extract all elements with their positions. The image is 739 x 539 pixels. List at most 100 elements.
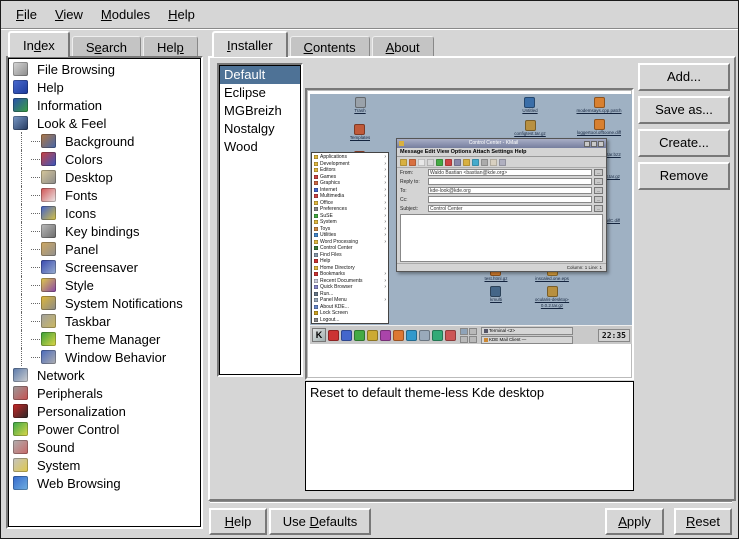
tree-item-label: Personalization bbox=[34, 403, 129, 420]
theme-list: DefaultEclipseMGBreizhNostalgyWood bbox=[219, 65, 301, 375]
tree-item[interactable]: System Notifications bbox=[8, 294, 201, 312]
system-notifications-icon bbox=[41, 296, 56, 310]
tree-item[interactable]: Taskbar bbox=[8, 312, 201, 330]
tree-item[interactable]: Power Control bbox=[8, 420, 201, 438]
tree-item[interactable]: Sound bbox=[8, 438, 201, 456]
tree-item[interactable]: Background bbox=[8, 132, 201, 150]
tree-item-label: Information bbox=[34, 97, 105, 114]
preview-mail-field-browse-button: ... bbox=[594, 169, 603, 176]
menubar-item[interactable]: File bbox=[7, 5, 46, 24]
left-tab[interactable]: Help bbox=[143, 36, 198, 57]
use-defaults-button[interactable]: Use Defaults bbox=[269, 508, 371, 535]
reset-button[interactable]: Reset bbox=[674, 508, 732, 535]
tree-item[interactable]: Icons bbox=[8, 204, 201, 222]
preview-desktop-icon-glyph bbox=[354, 124, 365, 135]
theme-list-item[interactable]: Default bbox=[220, 66, 300, 84]
menubar-separator bbox=[1, 28, 738, 30]
tree-item[interactable]: Screensaver bbox=[8, 258, 201, 276]
tree-item[interactable]: Fonts bbox=[8, 186, 201, 204]
tree-item[interactable]: Network bbox=[8, 366, 201, 384]
preview-desktop-icon: Templates bbox=[350, 124, 371, 141]
preview-k-menu-item-label: Home Directory bbox=[320, 265, 355, 271]
help-button[interactable]: Help bbox=[209, 508, 267, 535]
preview-k-menu-item-icon bbox=[314, 318, 318, 322]
preview-desktop-icon-label: modemsays.cpp.patch bbox=[576, 108, 621, 114]
tree-item[interactable]: Personalization bbox=[8, 402, 201, 420]
preview-mail-toolbar-icon bbox=[409, 159, 416, 166]
tree-item[interactable]: Key bindings bbox=[8, 222, 201, 240]
preview-desktop-icon: modemsays.cpp.patch bbox=[576, 97, 621, 114]
theme-list-item[interactable]: MGBreizh bbox=[220, 102, 300, 120]
submenu-arrow-icon: › bbox=[384, 284, 386, 290]
tree-item[interactable]: Web Browsing bbox=[8, 474, 201, 492]
remove-button[interactable]: Remove bbox=[638, 162, 730, 190]
tree-item[interactable]: Window Behavior bbox=[8, 348, 201, 366]
theme-list-item[interactable]: Wood bbox=[220, 138, 300, 156]
preview-mail-field-label: From: bbox=[400, 170, 426, 176]
right-tab[interactable]: Contents bbox=[290, 36, 370, 57]
preview-k-menu-item-label: Development bbox=[320, 161, 349, 167]
preview-taskbar-app-icon bbox=[380, 330, 391, 341]
tree-item[interactable]: Theme Manager bbox=[8, 330, 201, 348]
tree-item[interactable]: Look & Feel bbox=[8, 114, 201, 132]
preview-k-menu-item-icon bbox=[314, 259, 318, 263]
preview-mail-field-value: Control Center bbox=[428, 205, 592, 212]
look-and-feel-icon bbox=[13, 116, 28, 130]
menubar-item[interactable]: View bbox=[46, 5, 92, 24]
preview-desktop-icons-topmid: Untitled configtest.tar.gz bbox=[494, 97, 566, 137]
installer-tab-frame: DefaultEclipseMGBreizhNostalgyWood Trash… bbox=[208, 56, 736, 501]
preview-k-menu-item-label: Lock Screen bbox=[320, 310, 348, 316]
submenu-arrow-icon: › bbox=[384, 219, 386, 225]
tree-item[interactable]: Panel bbox=[8, 240, 201, 258]
preview-mail-field-value: kde-look@kde.org bbox=[428, 187, 592, 194]
tree-item-label: Panel bbox=[62, 241, 101, 258]
tree-connector bbox=[31, 195, 40, 196]
menubar-item[interactable]: Modules bbox=[92, 5, 159, 24]
preview-mail-toolbar-icon bbox=[472, 159, 479, 166]
create-button[interactable]: Create... bbox=[638, 129, 730, 157]
apply-button[interactable]: Apply bbox=[605, 508, 664, 535]
tree-item[interactable]: File Browsing bbox=[8, 60, 201, 78]
tree-connector bbox=[31, 213, 40, 214]
fonts-icon bbox=[41, 188, 56, 202]
pager-cell bbox=[460, 336, 468, 343]
preview-k-menu-item-label: Run... bbox=[320, 291, 333, 297]
add-button[interactable]: Add... bbox=[638, 63, 730, 91]
theme-list-item[interactable]: Nostalgy bbox=[220, 120, 300, 138]
preview-mail-toolbar-icon bbox=[490, 159, 497, 166]
tree-connector bbox=[31, 159, 40, 160]
preview-k-menu-item-label: About KDE... bbox=[320, 304, 349, 310]
preview-task-icon bbox=[484, 338, 488, 342]
preview-k-menu-item-icon bbox=[314, 311, 318, 315]
tree-item-label: Style bbox=[62, 277, 97, 294]
tree-item[interactable]: Help bbox=[8, 78, 201, 96]
preview-k-menu-item-icon bbox=[314, 266, 318, 270]
preview-mail-toolbar-icon bbox=[445, 159, 452, 166]
preview-desktop-icon-label: configtest.tar.gz bbox=[514, 131, 546, 137]
submenu-arrow-icon: › bbox=[384, 161, 386, 167]
preview-desktop-icon: configtest.tar.gz bbox=[514, 120, 546, 137]
right-tab[interactable]: Installer bbox=[212, 31, 288, 57]
left-tab[interactable]: Index bbox=[8, 31, 70, 57]
left-tab[interactable]: Search bbox=[72, 36, 141, 57]
tree-item[interactable]: Style bbox=[8, 276, 201, 294]
tree-item[interactable]: Peripherals bbox=[8, 384, 201, 402]
save-as-button[interactable]: Save as... bbox=[638, 96, 730, 124]
tree-connector bbox=[31, 357, 40, 358]
tree-item[interactable]: Colors bbox=[8, 150, 201, 168]
tree-item[interactable]: Information bbox=[8, 96, 201, 114]
preview-desktop-icon-glyph bbox=[594, 119, 605, 130]
preview-k-menu-item-icon bbox=[314, 214, 318, 218]
preview-k-menu-item-icon bbox=[314, 253, 318, 257]
theme-list-item[interactable]: Eclipse bbox=[220, 84, 300, 102]
preview-k-menu-item-icon bbox=[314, 285, 318, 289]
preview-desktop-icon-label: Trash bbox=[354, 108, 365, 114]
tree-item[interactable]: System bbox=[8, 456, 201, 474]
tree-connector bbox=[31, 303, 40, 304]
tree-item-label: Power Control bbox=[34, 421, 122, 438]
right-tab[interactable]: About bbox=[372, 36, 434, 57]
submenu-arrow-icon: › bbox=[384, 278, 386, 284]
menubar-item[interactable]: Help bbox=[159, 5, 204, 24]
tree-item[interactable]: Desktop bbox=[8, 168, 201, 186]
preview-k-menu-item-icon bbox=[314, 201, 318, 205]
